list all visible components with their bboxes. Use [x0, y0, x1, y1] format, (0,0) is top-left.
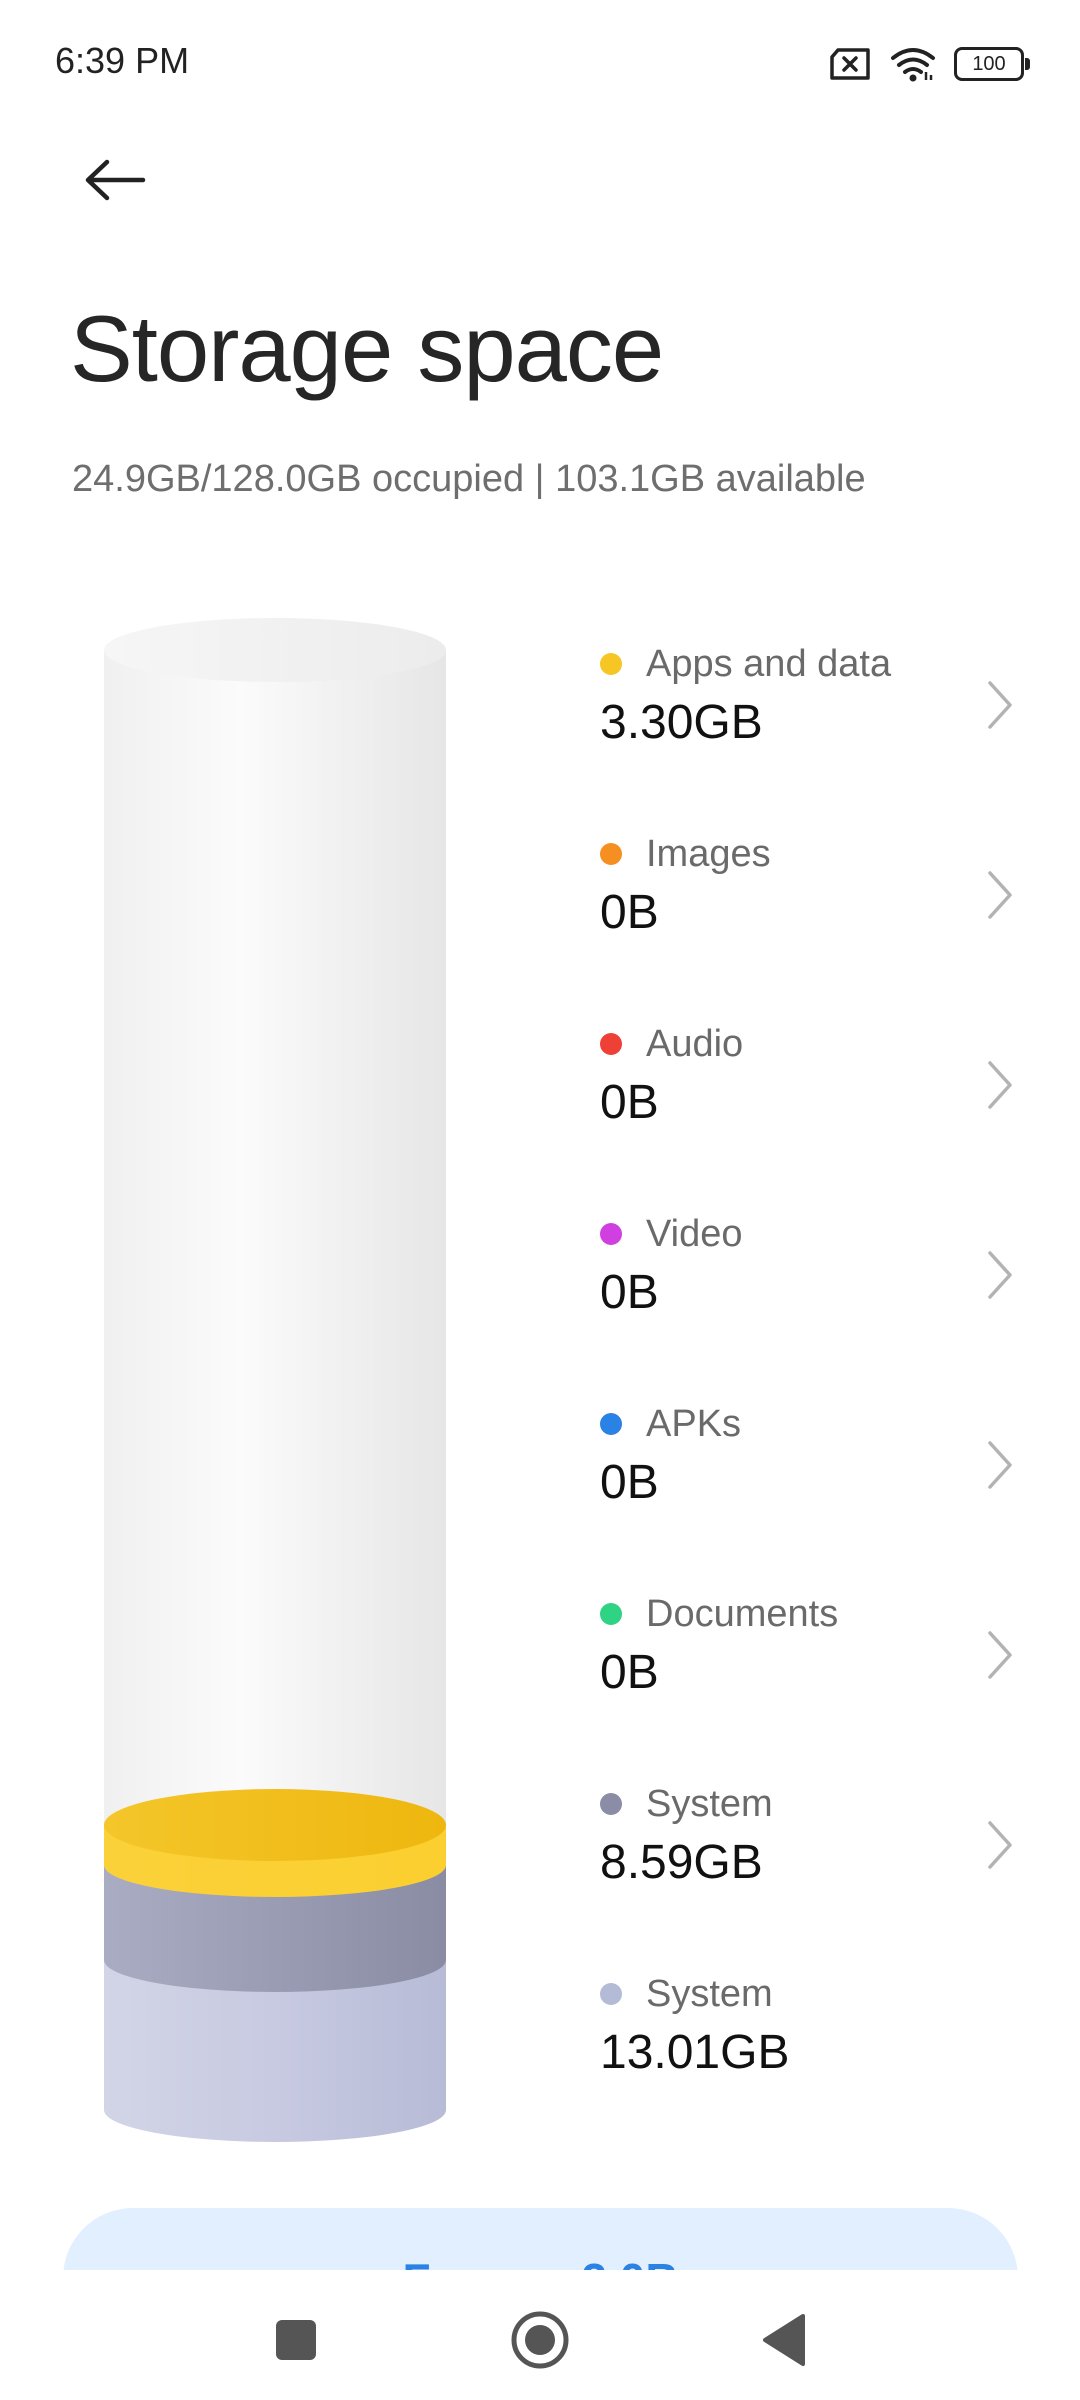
category-size: 8.59GB	[600, 1836, 763, 1889]
category-color-dot	[600, 1603, 622, 1625]
storage-cylinder-chart	[104, 618, 446, 2142]
battery-level: 100	[972, 52, 1006, 75]
battery-icon: 100	[954, 47, 1030, 81]
category-color-dot	[600, 1223, 622, 1245]
category-label: Documents	[646, 1592, 839, 1635]
back-button[interactable]	[70, 140, 160, 220]
category-row[interactable]: Images 0B	[600, 825, 1020, 1015]
page-title: Storage space	[70, 296, 664, 401]
category-list: Apps and data 3.30GB Images 0B Audio 0B Video 0…	[600, 635, 1020, 2155]
category-label-line: Images	[600, 825, 1020, 883]
category-row[interactable]: System 8.59GB	[600, 1775, 1020, 1965]
category-size: 0B	[600, 1266, 659, 1319]
category-label-line: System	[600, 1775, 1020, 1833]
category-label: Images	[646, 832, 771, 875]
category-color-dot	[600, 1033, 622, 1055]
chevron-right-icon	[988, 1631, 1012, 1679]
category-color-dot	[600, 843, 622, 865]
chevron-right-icon	[988, 1251, 1012, 1299]
category-color-dot	[600, 1793, 622, 1815]
category-color-dot	[600, 1413, 622, 1435]
wifi-icon	[891, 48, 935, 82]
back-triangle-icon	[763, 2314, 805, 2366]
category-label: System	[646, 1782, 773, 1825]
category-label: Apps and data	[646, 642, 892, 685]
category-size: 13.01GB	[600, 2026, 790, 2079]
home-circle-icon	[511, 2311, 569, 2369]
category-label-line: APKs	[600, 1395, 1020, 1453]
category-label: APKs	[646, 1402, 742, 1445]
category-row[interactable]: Video 0B	[600, 1205, 1020, 1395]
home-button[interactable]	[500, 2300, 580, 2380]
category-label-line: Audio	[600, 1015, 1020, 1073]
category-row: System 13.01GB	[600, 1965, 1020, 2155]
recents-square-icon	[276, 2320, 316, 2360]
status-bar: 6:39 PM 100	[0, 0, 1080, 120]
status-time: 6:39 PM	[55, 40, 190, 81]
category-row[interactable]: APKs 0B	[600, 1395, 1020, 1585]
category-size: 0B	[600, 1646, 659, 1699]
nav-back-button[interactable]	[744, 2300, 824, 2380]
category-color-dot	[600, 1983, 622, 2005]
arrow-left-icon	[85, 159, 146, 201]
status-icons: 100	[828, 42, 1030, 86]
category-row[interactable]: Apps and data 3.30GB	[600, 635, 1020, 825]
recents-button[interactable]	[256, 2300, 336, 2380]
chevron-right-icon	[988, 1441, 1012, 1489]
category-label-line: Apps and data	[600, 635, 1020, 693]
chevron-right-icon	[988, 681, 1012, 729]
chevron-right-icon	[988, 871, 1012, 919]
category-row[interactable]: Audio 0B	[600, 1015, 1020, 1205]
category-size: 3.30GB	[600, 696, 763, 749]
chevron-right-icon	[988, 1821, 1012, 1869]
category-label-line: System	[600, 1965, 1020, 2023]
category-label-line: Documents	[600, 1585, 1020, 1643]
segment-apps-top	[104, 1789, 446, 1861]
navigation-bar	[0, 2270, 1080, 2400]
category-row[interactable]: Documents 0B	[600, 1585, 1020, 1775]
cylinder-top	[104, 618, 446, 682]
no-sim-icon	[830, 48, 870, 80]
category-label: Audio	[646, 1022, 744, 1065]
category-size: 0B	[600, 886, 659, 939]
category-label-line: Video	[600, 1205, 1020, 1263]
category-label: System	[646, 1972, 773, 2015]
category-label: Video	[646, 1212, 743, 1255]
category-size: 0B	[600, 1076, 659, 1129]
category-size: 0B	[600, 1456, 659, 1509]
chevron-right-icon	[988, 1061, 1012, 1109]
storage-summary: 24.9GB/128.0GB occupied | 103.1GB availa…	[72, 458, 866, 500]
category-color-dot	[600, 653, 622, 675]
